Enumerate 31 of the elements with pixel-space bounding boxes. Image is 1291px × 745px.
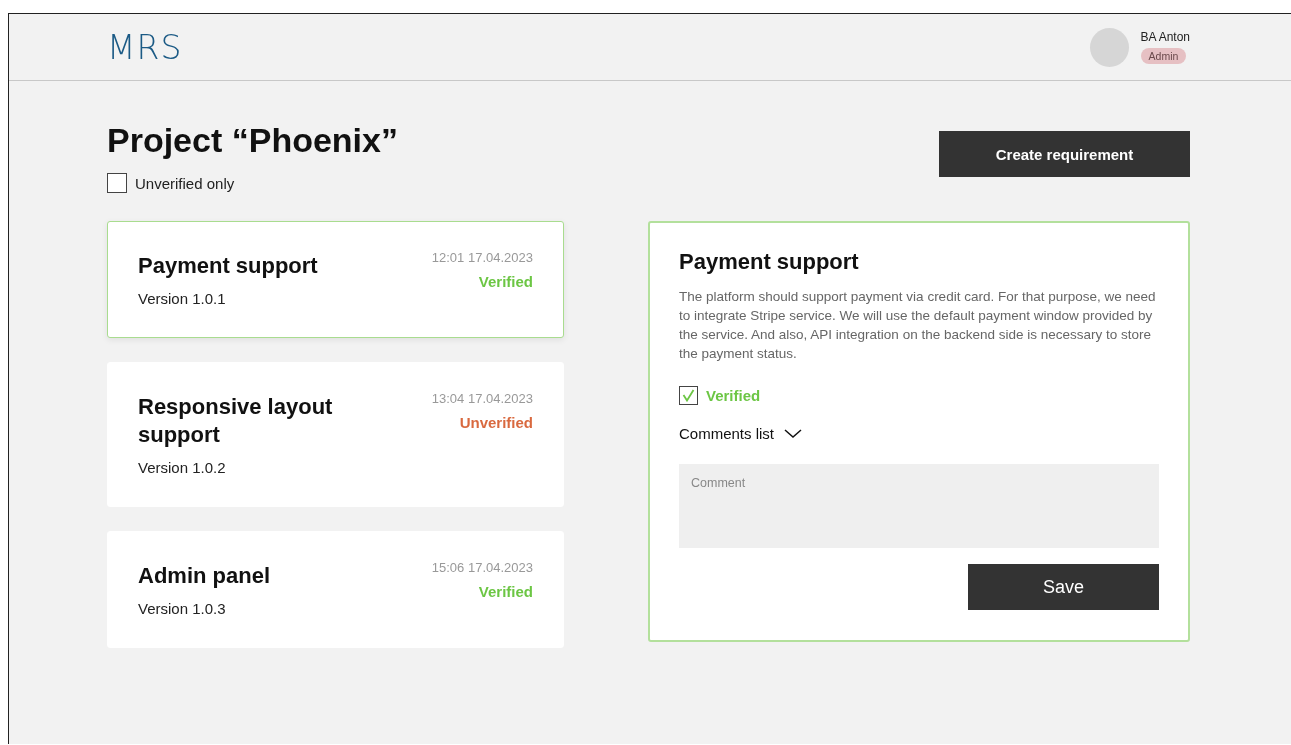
filter-checkbox[interactable]: [107, 173, 127, 193]
requirement-card[interactable]: Responsive layout support Version 1.0.2 13:04 17.04.2023 Unverified: [107, 362, 564, 507]
filter-label: Unverified only: [135, 174, 235, 192]
status-label: Verified: [477, 273, 533, 290]
detail-title: Payment support: [679, 249, 860, 275]
save-button[interactable]: Save: [968, 564, 1159, 610]
requirement-title: Admin panel: [138, 562, 270, 590]
requirement-title: Payment support: [138, 252, 318, 280]
version-label: Version 1.0.2: [138, 459, 227, 476]
requirement-card[interactable]: Payment support Version 1.0.1 12:01 17.04.2023 Verified: [107, 221, 564, 338]
page-title: Project “Phoenix”: [107, 120, 398, 160]
status-label: Unverified: [458, 414, 533, 431]
timestamp: 13:04 17.04.2023: [431, 391, 533, 406]
verified-checkbox[interactable]: [679, 386, 698, 405]
version-label: Version 1.0.1: [138, 290, 227, 307]
comment-field[interactable]: Comment: [679, 464, 1159, 548]
version-label: Version 1.0.3: [138, 600, 227, 617]
logo: MRS: [107, 27, 183, 67]
verified-label: Verified: [706, 387, 761, 404]
requirement-card[interactable]: Admin panel Version 1.0.3 15:06 17.04.2023 Verified: [107, 531, 564, 648]
requirement-title: Responsive layout support: [138, 393, 334, 449]
role-badge: Admin: [1140, 48, 1187, 64]
status-label: Verified: [477, 583, 533, 600]
avatar: [1089, 27, 1129, 67]
chevron-icon: [784, 429, 803, 438]
description: The platform should support payment via credit card. For that purpose, we need to integrate Stripe service. We will use the default payment window provided by the service. And also, API integration on the backend side is necessary to store the payment status.: [679, 288, 1157, 363]
user-name: BA Anton: [1140, 30, 1190, 44]
comments-toggle[interactable]: Comments list: [679, 425, 803, 442]
create-requirement-button[interactable]: Create requirement: [939, 131, 1190, 177]
timestamp: 12:01 17.04.2023: [431, 250, 533, 265]
timestamp: 15:06 17.04.2023: [431, 560, 533, 575]
